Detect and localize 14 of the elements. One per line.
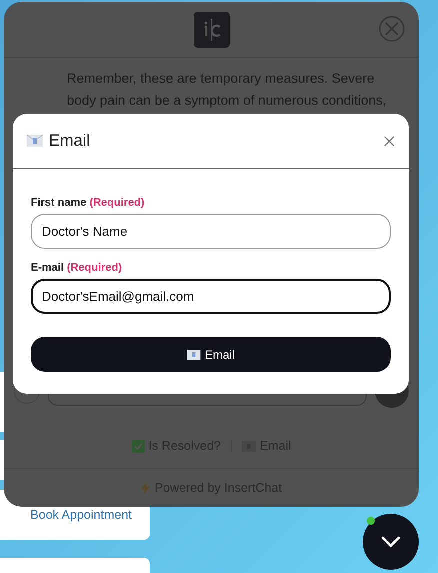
close-icon[interactable]	[384, 136, 395, 146]
envelope-icon	[27, 135, 43, 147]
lightning-icon	[140, 482, 150, 494]
field-label: E-mail (Required)	[31, 262, 124, 274]
envelope-icon	[186, 350, 201, 360]
dialog-title: Email	[49, 132, 92, 150]
email-button[interactable]: Email	[31, 337, 391, 372]
checkbox-icon	[132, 440, 145, 452]
text-field[interactable]: Doctor's Name	[31, 214, 391, 249]
field-label: First name (Required)	[31, 197, 146, 209]
book-appointment-link[interactable]: Book Appointment	[30, 508, 132, 522]
chevron-down-icon	[381, 536, 401, 548]
logo-icon	[194, 12, 230, 48]
text-field[interactable]: Doctor'sEmail@gmail.com	[31, 279, 391, 314]
